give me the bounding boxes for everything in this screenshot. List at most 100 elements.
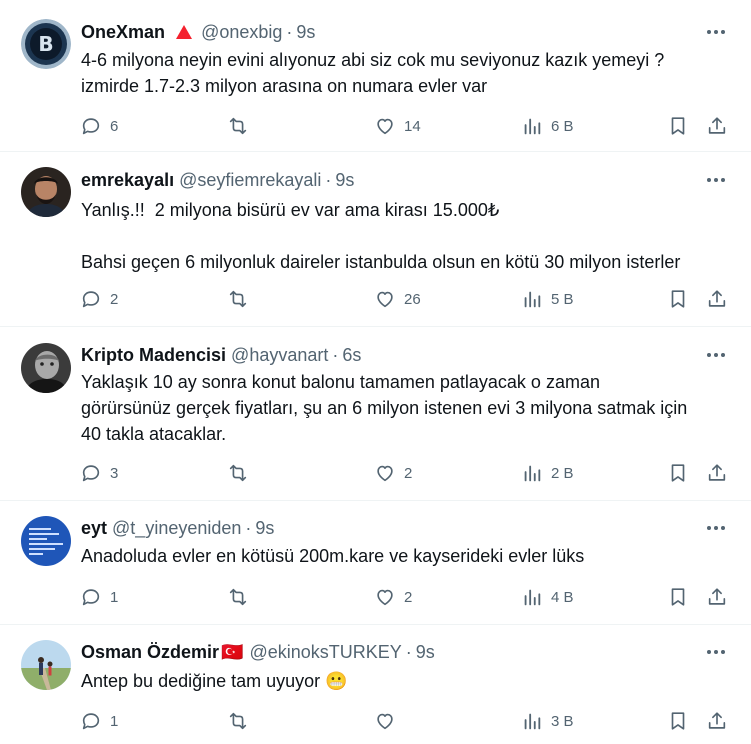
user-handle[interactable]: @ekinoksTURKEY: [249, 642, 401, 662]
tweet-text: Yanlış.!! 2 milyona bisürü ev var ama ki…: [81, 200, 681, 272]
views-button[interactable]: 3 B: [521, 709, 574, 733]
avatar[interactable]: [21, 640, 71, 690]
views-button[interactable]: 6 B: [521, 114, 574, 138]
views-button[interactable]: 5 B: [521, 287, 574, 311]
tweet-text: Antep bu dediğine tam uyuyor 😬: [81, 671, 348, 691]
more-icon[interactable]: [705, 170, 727, 190]
bookmark-button[interactable]: [667, 585, 689, 609]
share-button[interactable]: [706, 585, 728, 609]
share-icon: [708, 464, 726, 481]
action-bar: 6 14 6 B: [80, 114, 740, 138]
timestamp[interactable]: 9s: [296, 22, 315, 42]
bookmark-icon: [671, 588, 685, 606]
share-icon: [708, 290, 726, 307]
action-bar: 3 2 2 B: [80, 461, 740, 485]
tweet-header: OneXman @onexbig · 9s: [81, 20, 691, 44]
more-icon[interactable]: [705, 345, 727, 365]
reply-button[interactable]: 1: [80, 585, 118, 609]
user-handle[interactable]: @hayvanart: [231, 345, 328, 365]
user-handle[interactable]: @t_yineyeniden: [112, 518, 241, 538]
avatar[interactable]: [21, 167, 71, 217]
timestamp[interactable]: 9s: [255, 518, 274, 538]
tweet-header: emrekayalı @seyfiemrekayali · 9s: [81, 168, 691, 192]
reply-icon: [82, 589, 100, 606]
retweet-button[interactable]: [227, 585, 257, 609]
share-button[interactable]: [706, 709, 728, 733]
more-icon[interactable]: [705, 518, 727, 538]
like-icon: [377, 465, 393, 482]
display-name[interactable]: emrekayalı: [81, 170, 174, 190]
reply-tweet[interactable]: Kripto Madencisi @hayvanart · 6s Yaklaşık …: [0, 327, 751, 501]
retweet-button[interactable]: [227, 461, 257, 485]
retweet-button[interactable]: [227, 114, 257, 138]
like-button[interactable]: [374, 709, 404, 733]
views-button[interactable]: 2 B: [521, 461, 574, 485]
reply-button[interactable]: 1: [80, 709, 118, 733]
views-count: 5 B: [551, 290, 574, 308]
like-count: 2: [404, 464, 413, 482]
action-bar: 1 3 B: [80, 709, 740, 733]
reply-count: 1: [110, 588, 119, 606]
separator-dot: ·: [325, 170, 332, 190]
separator-dot: ·: [245, 518, 252, 538]
views-icon: [524, 118, 541, 135]
avatar[interactable]: B: [21, 19, 71, 69]
like-count: 2: [404, 588, 413, 606]
bookmark-button[interactable]: [667, 709, 689, 733]
more-icon[interactable]: [705, 642, 727, 662]
retweet-button[interactable]: [227, 709, 257, 733]
views-icon: [524, 465, 541, 482]
timestamp[interactable]: 6s: [342, 345, 361, 365]
like-icon: [377, 291, 393, 308]
share-button[interactable]: [706, 287, 728, 311]
retweet-icon: [229, 464, 247, 482]
views-button[interactable]: 4 B: [521, 585, 574, 609]
tweet-header: Osman Özdemir 🇹🇷 @ekinoksTURKEY · 9s: [81, 640, 691, 664]
tweet-text: Anadoluda evler en kötüsü 200m.kare ve k…: [81, 546, 585, 566]
like-button[interactable]: 2: [374, 461, 412, 485]
bookmark-button[interactable]: [667, 461, 689, 485]
like-count: 14: [404, 117, 421, 135]
display-name[interactable]: Kripto Madencisi: [81, 345, 226, 365]
reply-button[interactable]: 2: [80, 287, 118, 311]
tweet-header: Kripto Madencisi @hayvanart · 6s: [81, 343, 691, 367]
share-button[interactable]: [706, 461, 728, 485]
reply-tweet[interactable]: Osman Özdemir 🇹🇷 @ekinoksTURKEY · 9s Antep b…: [0, 625, 751, 744]
bookmark-icon: [671, 117, 685, 135]
bookmark-button[interactable]: [667, 114, 689, 138]
retweet-icon: [229, 588, 247, 606]
badge-icon: [176, 21, 193, 45]
reply-tweet[interactable]: eyt @t_yineyeniden · 9s Anadoluda evler en…: [0, 501, 751, 625]
timestamp[interactable]: 9s: [416, 642, 435, 662]
tweet-text: Yaklaşık 10 ay sonra konut balonu tamame…: [81, 372, 688, 444]
user-handle[interactable]: @seyfiemrekayali: [179, 170, 321, 190]
retweet-button[interactable]: [227, 287, 257, 311]
share-icon: [708, 712, 726, 729]
reply-tweet[interactable]: emrekayalı @seyfiemrekayali · 9s Yanlış.!!…: [0, 152, 751, 327]
display-name[interactable]: eyt: [81, 518, 107, 538]
action-bar: 1 2 4 B: [80, 585, 740, 609]
reply-count: 6: [110, 117, 119, 135]
reply-count: 3: [110, 464, 119, 482]
like-button[interactable]: 2: [374, 585, 412, 609]
views-count: 6 B: [551, 117, 574, 135]
bookmark-button[interactable]: [667, 287, 689, 311]
reply-button[interactable]: 6: [80, 114, 118, 138]
reply-icon: [82, 118, 100, 135]
more-icon[interactable]: [705, 22, 727, 42]
like-count: 26: [404, 290, 421, 308]
avatar[interactable]: [21, 516, 71, 566]
like-button[interactable]: 14: [374, 114, 421, 138]
display-name[interactable]: Osman Özdemir: [81, 642, 219, 662]
avatar[interactable]: [21, 343, 71, 393]
like-icon: [377, 118, 393, 135]
timestamp[interactable]: 9s: [335, 170, 354, 190]
display-name[interactable]: OneXman: [81, 22, 165, 42]
tweet-text: 4-6 milyona neyin evini alıyonuz abi siz…: [81, 50, 665, 96]
share-icon: [708, 117, 726, 134]
share-button[interactable]: [706, 114, 728, 138]
user-handle[interactable]: @onexbig: [201, 22, 282, 42]
reply-tweet[interactable]: B OneXman @onexbig · 9s 4-6 milyona neyin …: [0, 0, 751, 152]
like-button[interactable]: 26: [374, 287, 421, 311]
reply-button[interactable]: 3: [80, 461, 118, 485]
